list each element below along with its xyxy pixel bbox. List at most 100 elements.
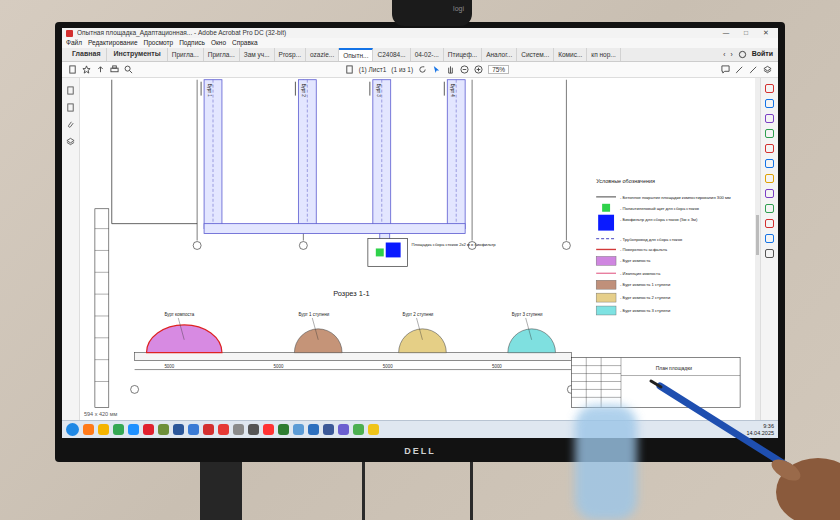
tool-icon[interactable] bbox=[765, 174, 774, 183]
clip-icon[interactable] bbox=[66, 120, 75, 129]
menu-item[interactable]: Редактирование bbox=[88, 39, 138, 46]
tab[interactable]: Пригла... bbox=[168, 48, 204, 61]
layers-icon[interactable] bbox=[763, 65, 772, 74]
taskbar-app[interactable] bbox=[158, 424, 169, 435]
tab-scroll-button[interactable]: › bbox=[730, 51, 732, 58]
star-icon[interactable] bbox=[82, 65, 91, 74]
taskbar-app[interactable] bbox=[188, 424, 199, 435]
taskbar-app[interactable] bbox=[368, 424, 379, 435]
mound-label: Бурт компоста bbox=[164, 312, 194, 317]
tool-icon[interactable] bbox=[765, 204, 774, 213]
tool-icon[interactable] bbox=[765, 159, 774, 168]
plan-line bbox=[111, 80, 112, 224]
page-thumbnails-icon[interactable] bbox=[66, 86, 75, 95]
plus-icon[interactable] bbox=[474, 65, 483, 74]
tool-icon[interactable] bbox=[765, 84, 774, 93]
compost-mound bbox=[147, 325, 222, 353]
hand-icon[interactable] bbox=[446, 65, 455, 74]
tool-icon[interactable] bbox=[765, 234, 774, 243]
tab[interactable]: Комис... bbox=[554, 48, 587, 61]
window-control[interactable]: ✕ bbox=[758, 29, 774, 36]
page-up-icon[interactable] bbox=[345, 65, 354, 74]
tab[interactable]: C24084... bbox=[373, 48, 410, 61]
menu-item[interactable]: Окно bbox=[211, 39, 226, 46]
pipe bbox=[298, 80, 316, 229]
taskbar-app[interactable] bbox=[278, 424, 289, 435]
menu-item[interactable]: Просмотр bbox=[144, 39, 174, 46]
right-tools-panel bbox=[760, 78, 778, 420]
taskbar-app[interactable] bbox=[83, 424, 94, 435]
pipe-axis bbox=[213, 80, 214, 229]
taskbar-app[interactable] bbox=[128, 424, 139, 435]
axis-marker bbox=[562, 242, 570, 250]
leader-line bbox=[417, 318, 423, 340]
tool-icon[interactable] bbox=[765, 249, 774, 258]
left-panel bbox=[62, 78, 80, 420]
tab[interactable]: Пригла... bbox=[204, 48, 240, 61]
menu-item[interactable]: Файл bbox=[66, 39, 82, 46]
tab[interactable]: кп нор... bbox=[587, 48, 620, 61]
arrow bbox=[295, 82, 296, 96]
tab[interactable]: Опытн... bbox=[339, 48, 373, 61]
taskbar-app[interactable] bbox=[98, 424, 109, 435]
window-control[interactable]: □ bbox=[738, 29, 754, 36]
taskbar-app[interactable] bbox=[248, 424, 259, 435]
tab[interactable]: Инструменты bbox=[107, 48, 167, 61]
tab-scroll-button[interactable]: ‹ bbox=[723, 51, 725, 58]
zoom-field[interactable]: 75% bbox=[488, 65, 509, 74]
tab[interactable]: 04-02-... bbox=[411, 48, 444, 61]
page-icon[interactable] bbox=[68, 65, 77, 74]
tool-icon[interactable] bbox=[765, 129, 774, 138]
pen-icon[interactable] bbox=[735, 65, 744, 74]
legend-label: - Поверхность асфальта bbox=[620, 247, 668, 252]
tab[interactable]: Главная bbox=[66, 48, 107, 61]
print-icon[interactable] bbox=[110, 65, 119, 74]
menu-item[interactable]: Подпись bbox=[179, 39, 205, 46]
upload-icon[interactable] bbox=[96, 65, 105, 74]
taskbar-app[interactable] bbox=[113, 424, 124, 435]
tab[interactable]: Зам уч... bbox=[240, 48, 275, 61]
box-label: Площадка сбора стоков 2х2 м в биофильтр bbox=[412, 242, 497, 247]
window-control[interactable]: — bbox=[718, 29, 734, 36]
tab[interactable]: Prosp... bbox=[275, 48, 306, 61]
cursor-icon[interactable] bbox=[432, 65, 441, 74]
sign-icon[interactable] bbox=[749, 65, 758, 74]
tab[interactable]: Птицеф... bbox=[444, 48, 482, 61]
tab[interactable]: Аналог... bbox=[482, 48, 517, 61]
taskbar-app[interactable] bbox=[323, 424, 334, 435]
taskbar-app[interactable] bbox=[143, 424, 154, 435]
tool-icon[interactable] bbox=[765, 114, 774, 123]
menu-item[interactable]: Справка bbox=[232, 39, 258, 46]
scrollbar[interactable] bbox=[755, 78, 760, 420]
taskbar-app[interactable] bbox=[353, 424, 364, 435]
bookmark-icon[interactable] bbox=[66, 103, 75, 112]
taskbar-app[interactable] bbox=[203, 424, 214, 435]
search-icon[interactable] bbox=[124, 65, 133, 74]
help-icon[interactable] bbox=[738, 50, 747, 59]
taskbar-app[interactable] bbox=[293, 424, 304, 435]
rotate-icon[interactable] bbox=[418, 65, 427, 74]
tool-icon[interactable] bbox=[765, 189, 774, 198]
tool-icon[interactable] bbox=[765, 219, 774, 228]
scroll-thumb[interactable] bbox=[756, 215, 759, 255]
comment-icon[interactable] bbox=[721, 65, 730, 74]
taskbar-app[interactable] bbox=[218, 424, 229, 435]
sign-in-button[interactable]: Войти bbox=[752, 50, 773, 58]
axis-marker bbox=[193, 242, 201, 250]
taskbar-app[interactable] bbox=[308, 424, 319, 435]
tab[interactable]: ozazie... bbox=[306, 48, 339, 61]
axis-marker bbox=[299, 242, 307, 250]
taskbar-app[interactable] bbox=[338, 424, 349, 435]
taskbar-app[interactable] bbox=[263, 424, 274, 435]
start-button[interactable] bbox=[66, 423, 79, 436]
taskbar-app[interactable] bbox=[233, 424, 244, 435]
minus-icon[interactable] bbox=[460, 65, 469, 74]
tool-icon[interactable] bbox=[765, 144, 774, 153]
monitor-stand bbox=[200, 455, 242, 520]
tab-tools: ‹ › Войти bbox=[718, 48, 778, 61]
taskbar-app[interactable] bbox=[173, 424, 184, 435]
layers-icon[interactable] bbox=[66, 137, 75, 146]
tool-icon[interactable] bbox=[765, 99, 774, 108]
tab[interactable]: Систем... bbox=[517, 48, 554, 61]
workspace: Бурт 1Бурт 2Бурт 3Бурт 4Площадка сбора с… bbox=[62, 78, 778, 420]
